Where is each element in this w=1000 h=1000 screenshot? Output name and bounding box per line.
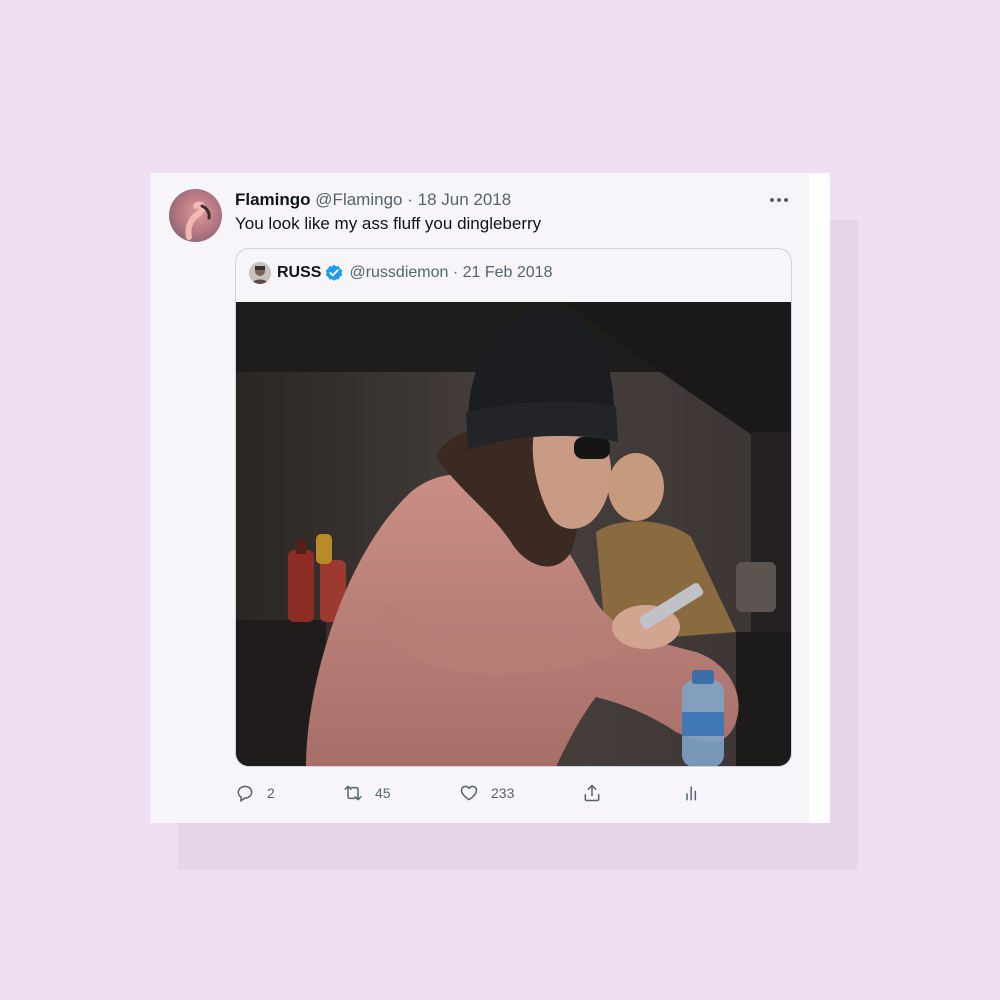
retweet-button[interactable]: 45 (343, 781, 391, 805)
heart-icon (460, 785, 478, 801)
quoted-avatar[interactable] (249, 262, 271, 284)
handle[interactable]: @Flamingo (315, 190, 402, 209)
quoted-handle[interactable]: @russdiemon (349, 264, 448, 282)
tweet-actions: 2 45 233 (235, 781, 705, 805)
like-button[interactable]: 233 (459, 781, 514, 805)
reply-count: 2 (267, 785, 275, 801)
verified-badge-icon (325, 264, 343, 282)
tweet-card[interactable]: Flamingo @Flamingo · 18 Jun 2018 You loo… (150, 173, 809, 823)
analytics-button[interactable] (682, 781, 714, 805)
retweet-count: 45 (375, 785, 391, 801)
analytics-icon (686, 786, 697, 801)
quoted-tweet[interactable]: RUSS @russdiemon · 21 Feb 2018 (235, 248, 792, 767)
more-button[interactable] (767, 188, 791, 212)
quoted-display-name[interactable]: RUSS (277, 264, 321, 282)
like-count: 233 (491, 785, 515, 801)
reply-icon (237, 785, 253, 802)
avatar[interactable] (169, 189, 222, 242)
quoted-timestamp[interactable]: 21 Feb 2018 (463, 264, 553, 282)
quoted-tweet-header: RUSS @russdiemon · 21 Feb 2018 (249, 262, 552, 284)
quoted-media-photo[interactable] (236, 302, 791, 766)
share-button[interactable] (582, 781, 614, 805)
reply-button[interactable]: 2 (235, 781, 275, 805)
tweet-frame: Flamingo @Flamingo · 18 Jun 2018 You loo… (150, 173, 830, 823)
tweet-header: Flamingo @Flamingo · 18 Jun 2018 (235, 190, 779, 212)
separator-dot: · (448, 264, 463, 281)
timestamp[interactable]: 18 Jun 2018 (418, 190, 512, 209)
retweet-icon (344, 785, 362, 801)
separator-dot: · (407, 190, 413, 209)
tweet-text: You look like my ass fluff you dingleber… (235, 214, 542, 233)
display-name[interactable]: Flamingo (235, 190, 311, 209)
share-icon (584, 784, 600, 802)
more-icon (770, 198, 788, 202)
